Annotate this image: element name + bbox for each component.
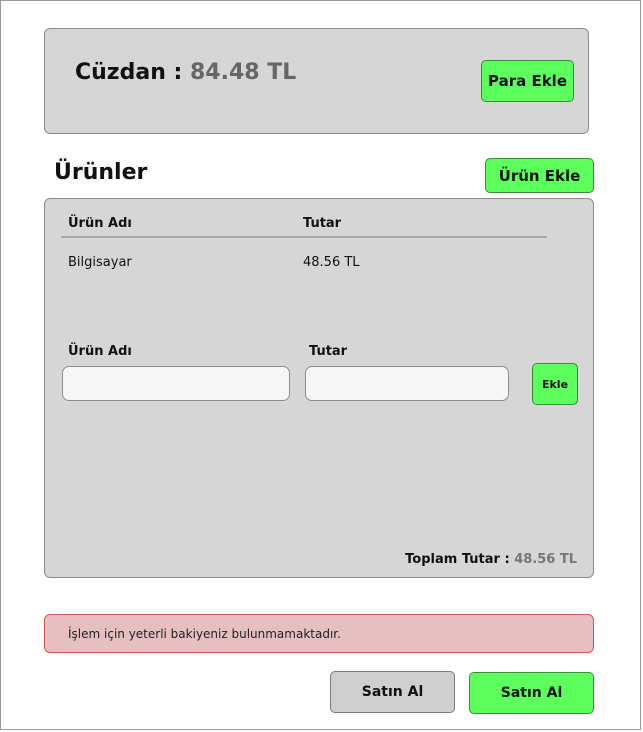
product-name-label: Ürün Adı [68, 344, 132, 359]
column-header-amount: Tutar [303, 216, 342, 231]
row-product-amount: 48.56 TL [303, 255, 360, 270]
buy-button-primary[interactable]: Satın Al [469, 672, 594, 714]
total-label: Toplam Tutar : [405, 552, 510, 567]
wallet-card: Cüzdan : 84.48 TL Para Ekle [44, 28, 589, 134]
insufficient-balance-alert: İşlem için yeterli bakiyeniz bulunmamakt… [44, 614, 594, 653]
total-amount: Toplam Tutar : 48.56 TL [405, 552, 577, 567]
add-row-button[interactable]: Ekle [532, 363, 578, 405]
products-heading: Ürünler [54, 160, 148, 185]
row-product-name: Bilgisayar [68, 255, 132, 270]
add-money-button[interactable]: Para Ekle [481, 60, 574, 102]
buy-button-secondary[interactable]: Satın Al [330, 671, 455, 713]
column-header-name: Ürün Adı [68, 216, 132, 231]
total-value: 48.56 TL [514, 552, 577, 567]
alert-message: İşlem için yeterli bakiyeniz bulunmamakt… [68, 626, 341, 641]
product-amount-label: Tutar [309, 344, 348, 359]
product-name-input[interactable] [62, 366, 290, 401]
products-panel: Ürün Adı Tutar Bilgisayar 48.56 TL Ürün … [44, 198, 594, 578]
product-amount-input[interactable] [305, 366, 509, 401]
wallet-title: Cüzdan : 84.48 TL [75, 60, 296, 85]
wallet-balance: 84.48 TL [190, 60, 297, 85]
wallet-label: Cüzdan : [75, 60, 183, 85]
table-divider [61, 236, 547, 238]
add-product-button[interactable]: Ürün Ekle [485, 158, 594, 193]
